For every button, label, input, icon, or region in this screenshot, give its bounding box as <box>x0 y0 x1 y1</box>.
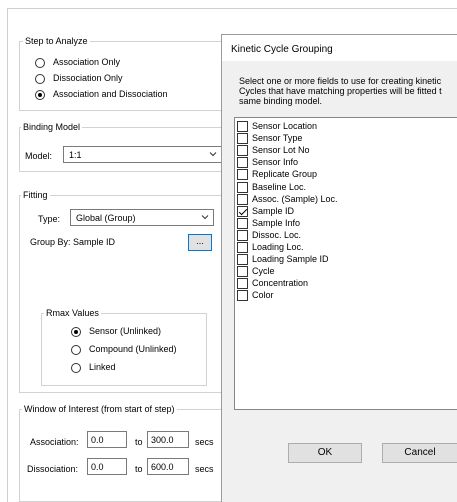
list-item[interactable]: Baseline Loc. <box>237 181 452 193</box>
field-label: Sample Info <box>252 217 301 228</box>
dissociation-to-label: to <box>135 464 143 474</box>
fitting-type-value: Global (Group) <box>76 213 136 223</box>
list-item[interactable]: Cycle <box>237 266 452 278</box>
association-unit: secs <box>195 437 214 447</box>
list-item[interactable]: Dissoc. Loc. <box>237 229 452 241</box>
field-checkbox[interactable] <box>237 217 248 229</box>
field-checkbox[interactable] <box>237 242 248 253</box>
dialog-title: Kinetic Cycle Grouping <box>231 44 333 55</box>
field-label: Replicate Group <box>252 169 318 180</box>
association-to-input[interactable]: 300.0 <box>147 431 189 448</box>
window-of-interest-group <box>19 409 222 502</box>
binding-model-title: Binding Model <box>21 122 83 132</box>
field-label: Assoc. (Sample) Loc. <box>252 193 338 204</box>
dissociation-from-input[interactable]: 0.0 <box>87 458 127 475</box>
field-label: Loading Loc. <box>252 242 304 252</box>
dissociation-unit: secs <box>195 464 214 474</box>
cancel-button[interactable]: Cancel <box>382 443 457 463</box>
kinetic-cycle-grouping-dialog: Kinetic Cycle Grouping Select one or mor… <box>221 34 457 502</box>
list-item[interactable]: Sample ID <box>237 205 452 217</box>
association-label: Association: <box>30 437 79 447</box>
field-label: Loading Sample ID <box>252 254 329 265</box>
field-label: Sensor Info <box>252 157 299 168</box>
rmax-radio-2[interactable] <box>71 345 81 355</box>
field-checkbox[interactable] <box>237 145 248 157</box>
association-from-input[interactable]: 0.0 <box>87 431 127 448</box>
list-item[interactable]: Sensor Type <box>237 133 452 145</box>
field-label: Sample ID <box>252 205 295 216</box>
step-option-label[interactable]: Association and Dissociation <box>53 89 168 99</box>
field-checkbox[interactable] <box>237 278 248 290</box>
field-checkbox[interactable] <box>237 157 248 169</box>
field-label: Cycle <box>252 266 275 277</box>
step-radio-3[interactable] <box>35 90 45 100</box>
group-by-browse-button[interactable]: ... <box>188 234 212 251</box>
model-label: Model: <box>25 151 53 161</box>
field-checkbox[interactable] <box>237 229 248 241</box>
rmax-option-label[interactable]: Compound (Unlinked) <box>89 344 177 354</box>
chevron-down-icon <box>209 152 217 157</box>
window-of-interest-title: Window of Interest (from start of step) <box>22 404 177 414</box>
list-item[interactable]: Sensor Location <box>237 121 452 132</box>
rmax-values-title: Rmax Values <box>44 308 101 318</box>
group-by-label: Group By: Sample ID <box>30 237 116 247</box>
dissociation-to-input[interactable]: 600.0 <box>147 458 189 475</box>
list-item[interactable]: Color <box>237 290 452 302</box>
list-item[interactable]: Sensor Info <box>237 157 452 169</box>
model-select-value: 1:1 <box>69 150 82 160</box>
dissociation-label: Dissociation: <box>27 464 79 474</box>
field-checkbox[interactable] <box>237 121 248 132</box>
field-label: Baseline Loc. <box>252 181 307 192</box>
list-item[interactable]: Replicate Group <box>237 169 452 181</box>
field-checkbox[interactable] <box>237 266 248 278</box>
fitting-title: Fitting <box>21 190 50 200</box>
field-checkbox[interactable] <box>237 169 248 181</box>
association-to-label: to <box>135 437 143 447</box>
grouping-fields-list[interactable]: Sensor Location Sensor Type Sensor Lot No S… <box>234 117 457 410</box>
list-item[interactable]: Loading Sample ID <box>237 254 452 266</box>
field-label: Color <box>252 290 274 301</box>
step-radio-1[interactable] <box>35 58 45 68</box>
ok-button[interactable]: OK <box>288 443 362 463</box>
list-item[interactable]: Sample Info <box>237 217 452 229</box>
list-item[interactable]: Assoc. (Sample) Loc. <box>237 193 452 205</box>
rmax-option-label[interactable]: Sensor (Unlinked) <box>89 326 161 336</box>
field-checkbox[interactable] <box>237 133 248 145</box>
chevron-down-icon <box>201 215 209 220</box>
field-checkbox[interactable] <box>237 181 248 193</box>
field-label: Sensor Location <box>252 121 318 131</box>
field-label: Sensor Type <box>252 133 303 144</box>
field-label: Sensor Lot No <box>252 145 310 156</box>
field-checkbox[interactable] <box>237 205 248 217</box>
fitting-type-select[interactable]: Global (Group) <box>70 209 214 226</box>
rmax-radio-3[interactable] <box>71 363 81 373</box>
step-option-label[interactable]: Dissociation Only <box>53 73 123 83</box>
list-item[interactable]: Concentration <box>237 278 452 290</box>
dialog-title-bar: Kinetic Cycle Grouping <box>222 35 457 61</box>
field-checkbox[interactable] <box>237 193 248 205</box>
field-label: Dissoc. Loc. <box>252 229 302 240</box>
field-checkbox[interactable] <box>237 254 248 266</box>
model-select[interactable]: 1:1 <box>63 146 222 163</box>
field-label: Concentration <box>252 278 309 289</box>
step-option-label[interactable]: Association Only <box>53 57 120 67</box>
rmax-radio-1[interactable] <box>71 327 81 337</box>
step-radio-2[interactable] <box>35 74 45 84</box>
list-item[interactable]: Sensor Lot No <box>237 145 452 157</box>
dialog-instructions: Select one or more fields to use for cre… <box>239 76 442 106</box>
type-label: Type: <box>38 214 61 224</box>
list-item[interactable]: Loading Loc. <box>237 242 452 253</box>
step-to-analyze-title: Step to Analyze <box>23 36 90 46</box>
field-checkbox[interactable] <box>237 290 248 302</box>
rmax-option-label[interactable]: Linked <box>89 362 116 372</box>
